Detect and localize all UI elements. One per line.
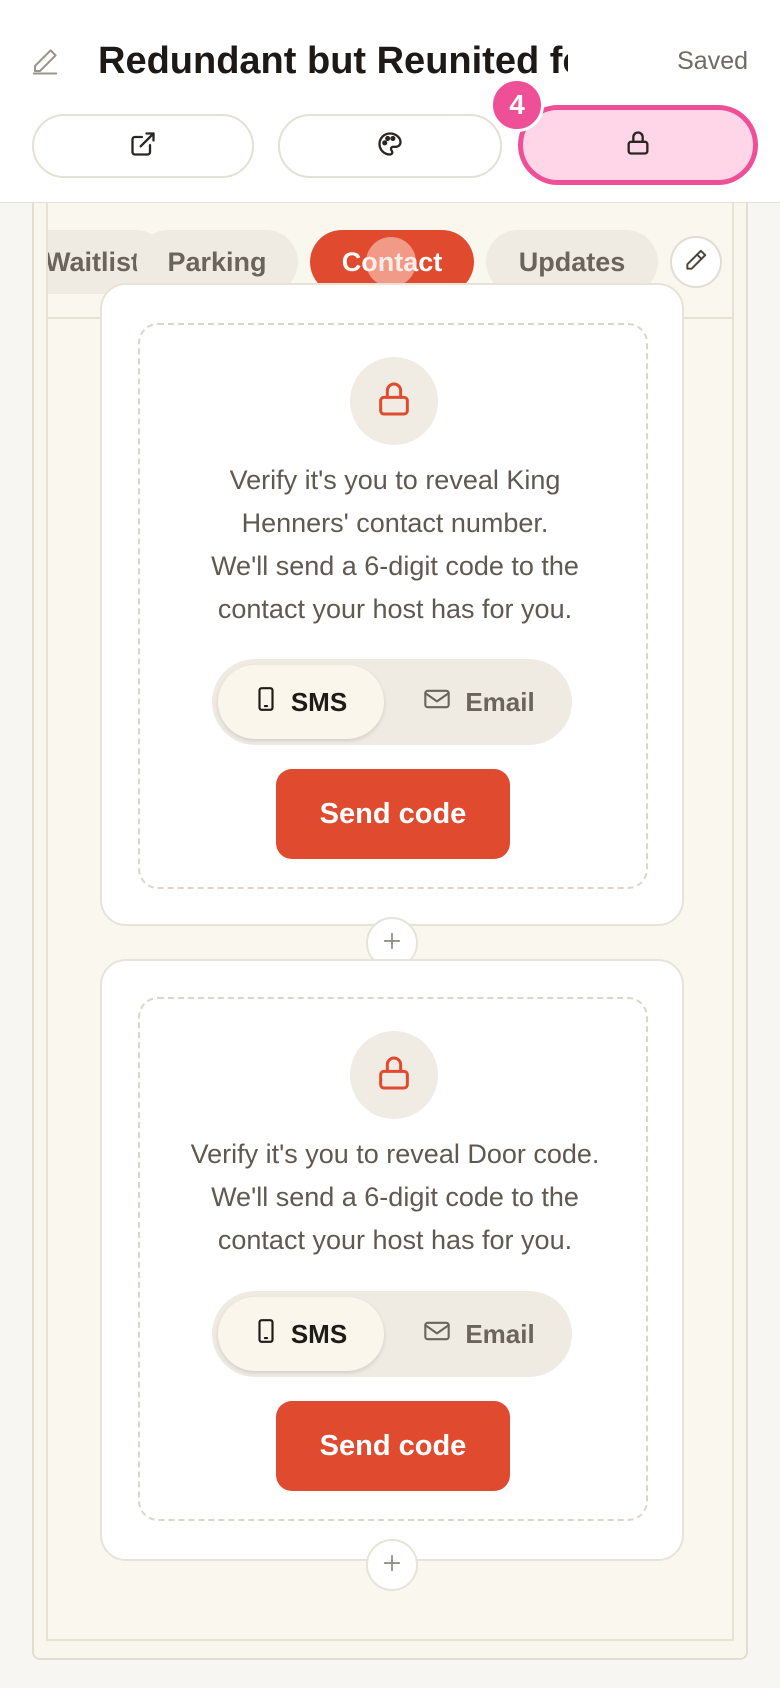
- theme-button[interactable]: [278, 114, 502, 178]
- editor-header: Redundant but Reunited fo Saved 4: [0, 0, 780, 203]
- verify-line: contact your host has for you.: [217, 1225, 573, 1255]
- phone-icon: [255, 686, 277, 719]
- touch-indicator: [366, 237, 416, 287]
- verify-line: contact your host has for you.: [217, 594, 573, 624]
- verify-line: Verify it's you to reveal Door code.: [190, 1139, 600, 1169]
- palette-icon: [376, 130, 404, 163]
- saved-status: Saved: [677, 47, 748, 75]
- lock-icon: [374, 379, 414, 424]
- verify-line: Verify it's you to reveal King: [229, 465, 561, 495]
- send-code-button[interactable]: Send code: [276, 769, 510, 859]
- sms-option[interactable]: SMS: [218, 1297, 384, 1371]
- verify-line: We'll send a 6-digit code to the: [211, 1182, 579, 1212]
- channel-toggle: SMS Email: [212, 659, 572, 745]
- mail-icon: [423, 687, 451, 718]
- plus-icon: [381, 1552, 403, 1579]
- verify-line: Henners' contact number.: [241, 508, 549, 538]
- channel-toggle: SMS Email: [212, 1291, 572, 1377]
- preview-page: Waitlist Parking Contact Updates: [46, 203, 734, 1641]
- title-row: Redundant but Reunited fo Saved: [0, 28, 780, 94]
- lock-icon: [374, 1053, 414, 1098]
- lock-badge: [350, 1031, 438, 1119]
- contact-block[interactable]: Verify it's you to reveal King Henners' …: [100, 283, 684, 926]
- edit-tabs-button[interactable]: [670, 236, 722, 288]
- verify-message: Verify it's you to reveal Door code. We'…: [160, 1133, 630, 1262]
- page-title[interactable]: Redundant but Reunited fo: [98, 38, 568, 84]
- open-preview-button[interactable]: [32, 114, 254, 178]
- sms-option[interactable]: SMS: [218, 665, 384, 739]
- lock-badge: [350, 357, 438, 445]
- verify-message: Verify it's you to reveal King Henners' …: [160, 459, 630, 631]
- sms-label: SMS: [290, 686, 348, 717]
- pencil-icon: [683, 247, 709, 278]
- sms-label: SMS: [290, 1318, 348, 1349]
- email-label: Email: [465, 686, 535, 717]
- door-code-block[interactable]: Verify it's you to reveal Door code. We'…: [100, 959, 684, 1561]
- pencil-icon[interactable]: [30, 46, 60, 76]
- locked-content: Verify it's you to reveal Door code. We'…: [138, 997, 648, 1521]
- mail-icon: [423, 1319, 451, 1350]
- step-badge: 4: [490, 78, 544, 132]
- add-block-button[interactable]: [366, 1539, 418, 1591]
- send-code-button[interactable]: Send code: [276, 1401, 510, 1491]
- verify-line: We'll send a 6-digit code to the: [211, 551, 579, 581]
- lock-icon: [624, 129, 652, 162]
- email-option[interactable]: Email: [392, 665, 566, 739]
- external-link-icon: [129, 130, 157, 163]
- locked-content: Verify it's you to reveal King Henners' …: [138, 323, 648, 889]
- email-label: Email: [465, 1318, 535, 1349]
- privacy-lock-button[interactable]: [518, 105, 758, 185]
- email-option[interactable]: Email: [392, 1297, 566, 1371]
- phone-icon: [255, 1318, 277, 1351]
- plus-icon: [381, 930, 403, 957]
